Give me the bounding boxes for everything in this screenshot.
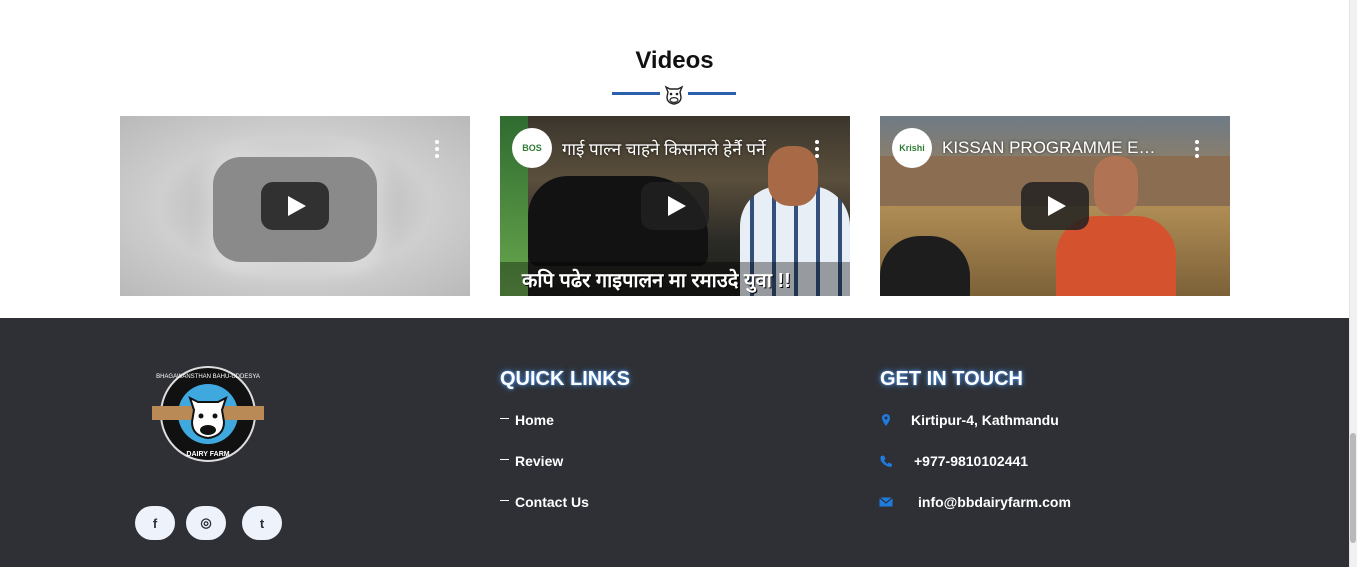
play-button[interactable] [641,182,709,230]
logo-text-top: BHAGAWANSTHAN BAHU-UDDESYA [156,374,260,380]
quick-link-contact-us[interactable]: Contact Us [500,494,589,510]
quick-link-review[interactable]: Review [500,453,563,469]
video-title[interactable]: KISSAN PROGRAMME EPISODE [942,138,1162,158]
divider-line-right [688,92,736,95]
twitter-button[interactable]: t [242,506,282,540]
quick-link-label: Contact Us [515,494,589,510]
video-title[interactable]: गाई पाल्न चाहने किसानले हेर्नै पर्ने [562,137,782,160]
get-in-touch-heading: GET IN TOUCH [880,368,1023,390]
page-scrollbar[interactable] [1349,0,1357,567]
more-options-icon[interactable] [1194,140,1200,158]
more-options-icon[interactable] [814,140,820,158]
video-caption: कपि पढेर गाइपालन मा रमाउदे युवा !! [500,262,850,296]
videos-section-title: Videos [635,47,714,74]
cow-icon [664,85,684,105]
video-player-1[interactable] [120,116,470,296]
video-player-2[interactable]: BOS गाई पाल्न चाहने किसानले हेर्नै पर्ने… [500,116,850,296]
quick-link-label: Home [515,412,554,428]
video-header: Krishi KISSAN PROGRAMME EPISODE [892,128,1162,168]
map-marker-icon [882,414,890,426]
phone-icon [880,455,892,467]
dairy-farm-logo[interactable]: BHAGAWANSTHAN BAHU-UDDESYA DAIRY FARM [152,362,264,466]
contact-phone[interactable]: +977-9810102441 [879,453,1028,469]
phone-text: +977-9810102441 [914,453,1029,469]
quick-links-heading: QUICK LINKS [500,368,630,390]
facebook-icon: f [152,515,158,531]
email-text: info@bbdairyfarm.com [918,494,1071,510]
more-options-icon[interactable] [434,140,440,158]
quick-link-home[interactable]: Home [500,412,554,428]
scrollbar-thumb[interactable] [1350,433,1356,543]
title-divider [612,82,736,106]
video-player-3[interactable]: Krishi KISSAN PROGRAMME EPISODE [880,116,1230,296]
contact-address: Kirtipur-4, Kathmandu [879,412,1059,428]
page: Videos BOS गाई पाल्न चाहने किसानले हेर्न… [0,0,1357,567]
dash-icon [500,499,509,501]
twitter-icon: t [259,515,265,531]
facebook-button[interactable]: f [135,506,175,540]
dash-icon [500,458,509,460]
contact-email[interactable]: info@bbdairyfarm.com [879,494,1071,510]
instagram-button[interactable]: ◎ [186,506,226,540]
channel-logo[interactable]: BOS [512,128,552,168]
instagram-icon: ◎ [200,515,212,530]
logo-text-bottom: DAIRY FARM [186,451,229,458]
play-button[interactable] [1021,182,1089,230]
divider-line-left [612,92,660,95]
quick-link-label: Review [515,453,564,469]
video-header: BOS गाई पाल्न चाहने किसानले हेर्नै पर्ने [512,128,782,168]
play-button[interactable] [261,182,329,230]
envelope-icon [879,497,893,507]
channel-logo[interactable]: Krishi [892,128,932,168]
address-text: Kirtipur-4, Kathmandu [911,412,1059,428]
dash-icon [500,417,509,419]
